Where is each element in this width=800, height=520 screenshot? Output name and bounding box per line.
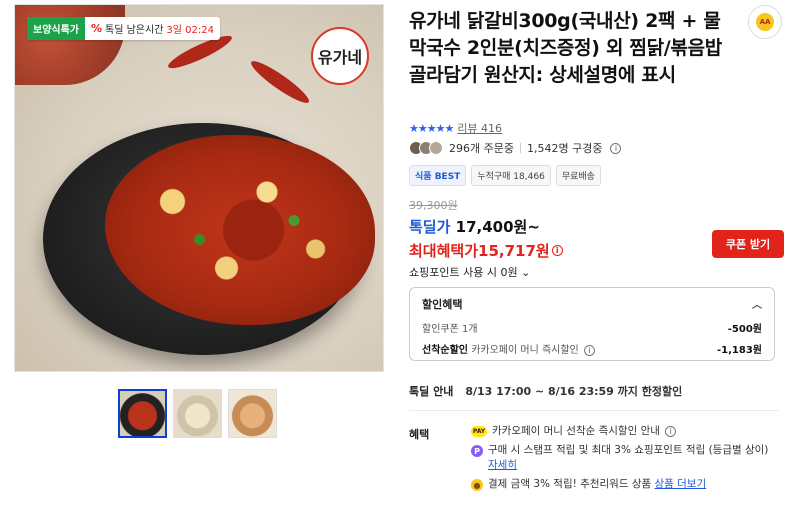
discount-row-amount: -500원 [727,324,762,335]
sale-badge: 보양식특가 [27,17,85,40]
thumbnail-2[interactable] [173,389,222,438]
product-title: 유가네 닭갈비300g(국내산) 2팩 + 물막국수 2인분(치즈증정) 외 찜… [409,10,722,86]
point-usage-dropdown[interactable]: 쇼핑포인트 사용 시 0원 ⌄ [409,264,530,280]
deal-info-label: 톡딜 안내 [409,385,454,398]
discount-row-bold-label: 선착순할인 [422,345,468,356]
info-icon[interactable]: i [583,345,595,356]
deal-info-text: 8/13 17:00 ~ 8/16 23:59 까지 한정할인 [465,385,683,398]
discount-row-coupon: 할인쿠폰 1개 -500원 [422,320,762,335]
thumbnail-3[interactable] [228,389,277,438]
chevron-down-icon: ⌄ [521,266,531,279]
discount-row-amount: -1,183원 [717,345,762,356]
tag-row: 식품 BEST 누적구매 18,466 무료배송 [409,165,601,186]
tag-best[interactable]: 식품 BEST [409,165,467,186]
brand-store-button[interactable]: AA [748,5,782,39]
deal-price: 17,400원~ [455,218,540,236]
deal-price-row: 톡딜가 17,400원~ [409,216,540,237]
timer-label: 톡딜 남은시간 [105,25,164,36]
info-icon[interactable]: i [610,142,622,154]
product-info-panel: 유가네 닭갈비300g(국내산) 2팩 + 물막국수 2인분(치즈증정) 외 찜… [409,0,789,491]
star-rating-icon: ★★★★★ [409,121,454,135]
discount-row-label: 카카오페이 머니 즉시할인 [471,345,579,356]
kakaopay-icon: PAY [471,426,487,437]
benefit-text: 카카오페이 머니 선착순 즉시할인 안내 [492,425,660,437]
divider [519,143,521,153]
discount-row-label: 할인쿠폰 1개 [422,324,478,335]
tag-shipping: 무료배송 [555,165,601,186]
benefit-text: 결제 금액 3% 적립! 추천리워드 상품 [488,478,652,490]
max-benefit-label: 최대혜택가 [409,242,479,260]
viewer-count: 1,542명 구경중 [526,142,603,155]
timer: % 톡딜 남은시간 3일 02:24 [85,17,220,40]
point-icon: P [471,445,483,457]
deal-info-row: 톡딜 안내 8/13 17:00 ~ 8/16 23:59 까지 한정할인 [409,383,682,399]
point-usage-text: 쇼핑포인트 사용 시 0원 [409,266,518,279]
product-main-image: 유가네 보양식특가 % 톡딜 남은시간 3일 02:24 [14,4,384,372]
percent-icon: % [91,22,103,35]
brand-logo: 유가네 [311,27,369,85]
benefit-item: PAY 카카오페이 머니 선착순 즉시할인 안내 i [471,424,781,439]
thumbnail-list [118,389,277,438]
benefit-text: 구매 시 스탬프 적립 및 최대 3% 쇼핑포인트 적립 (등급별 상이) [488,444,769,456]
benefit-item: ● 결제 금액 3% 적립! 추천리워드 상품 상품 더보기 [471,477,781,492]
order-status-row: 296개 주문중 1,542명 구경중 i [409,140,622,156]
buyer-avatars [409,141,443,155]
detail-link[interactable]: 자세히 [488,459,517,471]
chevron-up-icon: ︿ [752,300,762,311]
max-benefit-price: 15,717원 [478,242,550,260]
coin-icon: ● [471,479,483,491]
coupon-button[interactable]: 쿠폰 받기 [712,230,784,258]
max-benefit-row: 최대혜택가 15,717원 i [409,240,563,261]
order-count: 296개 주문중 [449,142,514,155]
benefit-item: P 구매 시 스탬프 적립 및 최대 3% 쇼핑포인트 적립 (등급별 상이) … [471,443,781,473]
more-products-link[interactable]: 상품 더보기 [654,478,706,490]
discount-title: 할인혜택 [422,298,463,311]
brand-logo-text: 유가네 [317,48,363,67]
brand-icon: AA [756,13,774,31]
original-price: 39,300원 [409,199,458,212]
sale-timer-badge: 보양식특가 % 톡딜 남은시간 3일 02:24 [27,17,220,40]
rating-row: ★★★★★ 리뷰 416 [409,120,502,136]
thumbnail-1[interactable] [118,389,167,438]
divider [409,410,779,411]
info-icon[interactable]: i [665,426,677,437]
discount-row-firstcome: 선착순할인 카카오페이 머니 즉시할인 i -1,183원 [422,341,762,356]
info-icon[interactable]: i [551,245,563,256]
review-link[interactable]: 리뷰 416 [457,120,502,136]
discount-header[interactable]: 할인혜택 ︿ [422,296,762,312]
discount-panel: 할인혜택 ︿ 할인쿠폰 1개 -500원 선착순할인 카카오페이 머니 즉시할인… [409,287,775,361]
timer-value: 3일 02:24 [166,25,214,36]
tag-cumulative: 누적구매 18,466 [471,165,551,186]
chili-decoration [247,56,313,108]
benefit-label: 혜택 [409,428,430,441]
deal-price-label: 톡딜가 [409,218,451,236]
benefit-list: PAY 카카오페이 머니 선착순 즉시할인 안내 i P 구매 시 스탬프 적립… [471,424,781,496]
